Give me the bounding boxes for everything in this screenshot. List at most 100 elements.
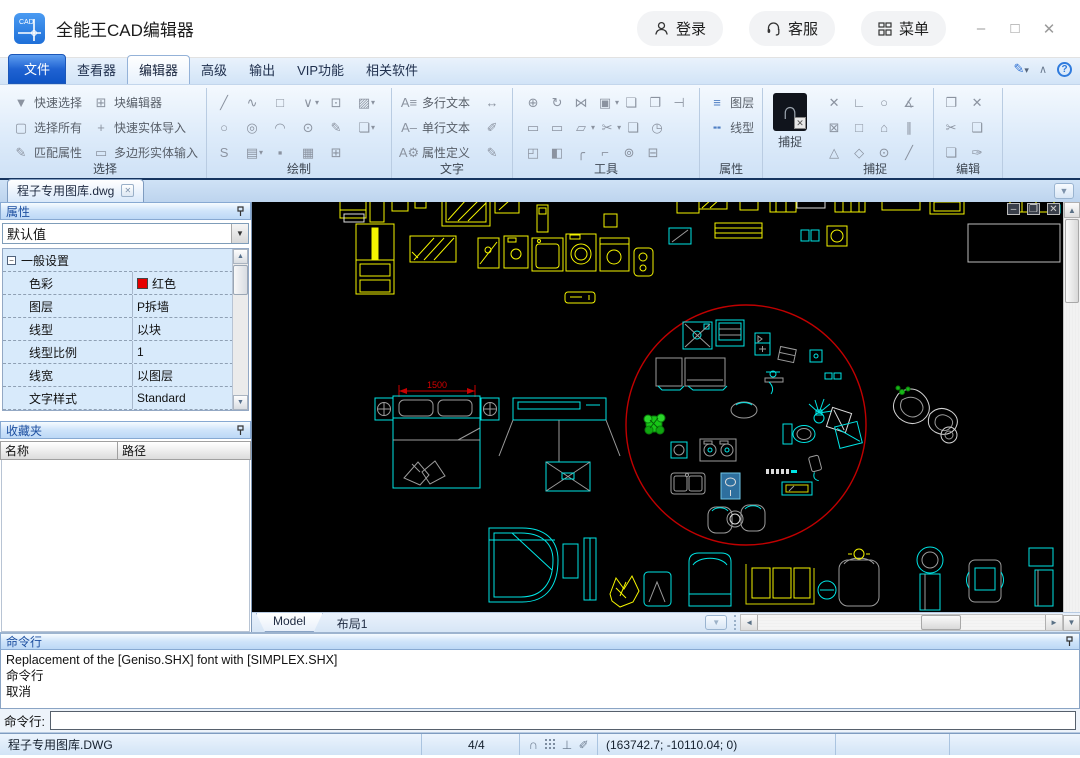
scrollbar-thumb[interactable]	[1065, 219, 1079, 303]
snap-angle-icon[interactable]: ∡	[900, 94, 918, 112]
tab-viewer[interactable]: 查看器	[66, 56, 127, 84]
tab-model[interactable]: Model	[256, 613, 323, 632]
column-header-name[interactable]: 名称	[0, 441, 118, 460]
osnap-status-icon[interactable]: ✐	[578, 738, 589, 752]
stretch-icon[interactable]: ◧	[545, 144, 569, 162]
block-add-icon[interactable]: ⊟	[641, 144, 665, 162]
splitter-grip[interactable]	[734, 615, 737, 630]
block-copy-icon[interactable]: ⊡	[327, 94, 345, 112]
tab-file[interactable]: 文件	[8, 54, 67, 84]
quick-entity-import-button[interactable]: + 快速实体导入	[92, 115, 198, 140]
snap-toggle-button[interactable]: ∩ ✕ 捕捉	[773, 93, 808, 150]
collapse-icon[interactable]: −	[7, 255, 16, 265]
tab-editor[interactable]: 编辑器	[127, 55, 191, 84]
property-category-row[interactable]: − 一般设置	[3, 249, 248, 272]
snap-midpoint-icon[interactable]: △	[825, 144, 843, 162]
minimize-button[interactable]: –	[964, 20, 998, 37]
scroll-down-icon[interactable]: ▼	[1063, 614, 1080, 631]
chevron-down-icon[interactable]: ▾	[371, 123, 375, 132]
quick-select-button[interactable]: ▼ 快速选择	[12, 90, 82, 115]
mdi-restore-icon[interactable]: ❐	[1027, 203, 1040, 215]
edit-text-icon[interactable]: ✎	[480, 144, 504, 162]
login-button[interactable]: 登录	[636, 11, 723, 46]
erase-icon[interactable]: ▱	[569, 119, 593, 137]
freehand-icon[interactable]: ∿	[243, 94, 261, 112]
image-icon[interactable]: ▦	[299, 144, 317, 162]
property-row-linetype-scale[interactable]: 线型比例 1	[3, 341, 248, 364]
document-tab[interactable]: 程子专用图库.dwg ✕	[7, 179, 145, 202]
scale-icon[interactable]: ◰	[521, 144, 545, 162]
copy-basepoint-icon[interactable]: ❐	[643, 94, 667, 112]
mtext-button[interactable]: A≡ 多行文本	[400, 90, 470, 115]
calligraphy-pen-icon[interactable]: ✐	[480, 119, 504, 137]
command-history[interactable]: Replacement of the [Geniso.SHX] font wit…	[0, 650, 1080, 709]
pin-icon[interactable]	[236, 424, 245, 436]
chevron-down-icon[interactable]: ▾	[1024, 65, 1029, 75]
grid-status-icon[interactable]	[544, 739, 556, 750]
delete-icon[interactable]: ✕	[968, 94, 986, 112]
scroll-up-icon[interactable]: ▲	[1064, 202, 1080, 218]
preset-select[interactable]: 默认值 ▼	[2, 223, 249, 244]
scrollbar-thumb[interactable]	[233, 265, 248, 295]
group-icon[interactable]: ⊚	[617, 144, 641, 162]
close-button[interactable]: ✕	[1032, 20, 1066, 38]
block-editor-button[interactable]: ⊞ 块编辑器	[92, 90, 198, 115]
command-input[interactable]	[49, 711, 1076, 730]
chevron-down-icon[interactable]: ▼	[231, 224, 248, 243]
table-icon[interactable]: ⊞	[327, 144, 345, 162]
align-icon[interactable]: ⊣	[667, 94, 691, 112]
pen-icon[interactable]: ✎	[327, 119, 345, 137]
chevron-down-icon[interactable]: ▾	[371, 98, 375, 107]
snap-status-icon[interactable]: ∩	[528, 737, 539, 752]
drawing-canvas[interactable]: 1500 – ❐ ✕ ▲	[252, 202, 1080, 612]
property-row-lineweight[interactable]: 线宽 以图层	[3, 364, 248, 387]
tab-advanced[interactable]: 高级	[190, 56, 238, 84]
text-button[interactable]: A– 单行文本	[400, 115, 470, 140]
format-brush-icon[interactable]: ✑	[968, 144, 986, 162]
arc-icon[interactable]: ◠	[271, 119, 289, 137]
tab-vip[interactable]: VIP功能	[286, 56, 355, 84]
ortho-status-icon[interactable]: ⊥	[562, 738, 573, 752]
paste-icon[interactable]: ❐	[942, 94, 960, 112]
chamfer-icon[interactable]: ⌐	[593, 144, 617, 162]
linetype-button[interactable]: ╍ 线型	[708, 115, 754, 140]
snap-intersection-icon[interactable]: ✕	[825, 94, 843, 112]
rotate-icon[interactable]: ↻	[545, 94, 569, 112]
cut-icon[interactable]: ✂	[942, 119, 960, 137]
property-row-layer[interactable]: 图层 P拆墙	[3, 295, 248, 318]
spline-icon[interactable]: S	[215, 144, 233, 162]
circle-icon[interactable]: ○	[215, 119, 233, 137]
tab-related-software[interactable]: 相关软件	[355, 56, 429, 84]
dimension-icon[interactable]: ↔	[480, 94, 504, 112]
chevron-down-icon[interactable]: ▼	[1054, 183, 1074, 199]
pin-icon[interactable]	[236, 205, 245, 217]
property-row-color[interactable]: 色彩 红色	[3, 272, 248, 295]
fillet-icon[interactable]: ╭	[569, 144, 593, 162]
chevron-down-icon[interactable]: ▼	[705, 615, 728, 630]
ellipse-icon[interactable]: ◎	[243, 119, 261, 137]
snap-parallel-icon[interactable]: ∥	[900, 119, 918, 137]
mdi-minimize-icon[interactable]: –	[1007, 203, 1020, 215]
snap-nearest-icon[interactable]: ╱	[900, 144, 918, 162]
column-header-path[interactable]: 路径	[118, 441, 251, 460]
move-icon[interactable]: ⊕	[521, 94, 545, 112]
tab-output[interactable]: 输出	[238, 56, 286, 84]
pencil-icon[interactable]: ✎▾	[1014, 61, 1029, 77]
property-row-linetype[interactable]: 线型 以块	[3, 318, 248, 341]
horizontal-scrollbar[interactable]: ◄ ►	[740, 614, 1063, 631]
flatten-icon[interactable]: ▭	[521, 119, 545, 137]
property-grid-scrollbar[interactable]: ▲ ▼	[232, 249, 248, 410]
snap-polygon-icon[interactable]: ⌂	[875, 119, 893, 137]
snap-quadrant-icon[interactable]: ◇	[850, 144, 868, 162]
scroll-down-icon[interactable]: ▼	[233, 395, 248, 410]
chevron-down-icon[interactable]: ▾	[315, 98, 319, 107]
snap-tangent-icon[interactable]: ⊙	[875, 144, 893, 162]
mirror-icon[interactable]: ⋈	[569, 94, 593, 112]
snap-perpendicular-icon[interactable]: ∟	[850, 94, 868, 112]
help-icon[interactable]: ?	[1057, 61, 1072, 77]
property-row-text-style[interactable]: 文字样式 Standard	[3, 387, 248, 410]
explode-icon[interactable]: ✂	[595, 119, 619, 137]
mdi-close-icon[interactable]: ✕	[1047, 203, 1060, 215]
favorites-list[interactable]	[1, 460, 250, 632]
paste-special-icon[interactable]: ❑	[968, 119, 986, 137]
